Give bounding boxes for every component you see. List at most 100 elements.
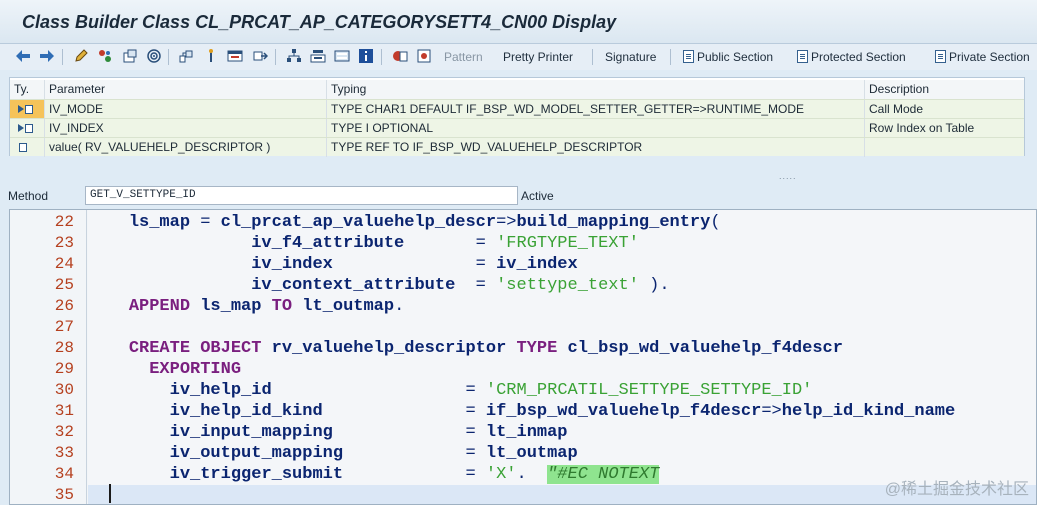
code-line[interactable]: iv_help_id_kind = if_bsp_wd_valuehelp_f4… [88, 401, 1036, 422]
toolbar-separator [62, 49, 63, 65]
back-arrow-icon[interactable] [15, 48, 31, 64]
code-token: rv_valuehelp_descriptor [271, 339, 507, 358]
watermark: @稀土掘金技术社区 [884, 481, 1029, 498]
parameter-type-cell[interactable] [10, 119, 44, 138]
parameter-name: IV_MODE [44, 100, 326, 119]
parameter-row[interactable]: IV_INDEX TYPE I OPTIONAL Row Index on Ta… [10, 118, 1024, 138]
code-token: 'FRGTYPE_TEXT' [496, 234, 639, 253]
class-builder-window: Class Builder Class CL_PRCAT_AP_CATEGORY… [0, 0, 1037, 505]
other-object-icon[interactable] [122, 48, 138, 64]
signature-button[interactable]: Signature [605, 49, 656, 66]
display-object-list-icon[interactable] [310, 48, 326, 64]
code-token: TO [271, 297, 293, 316]
protected-section-label: Protected Section [811, 50, 906, 64]
code-line[interactable]: EXPORTING [88, 359, 1036, 380]
code-token: iv_index [496, 255, 578, 274]
public-section-label: Public Section [697, 50, 774, 64]
code-line[interactable]: iv_help_id = 'CRM_PRCATIL_SETTYPE_SETTYP… [88, 380, 1036, 401]
code-token: iv_f4_attribute [251, 234, 405, 253]
code-line[interactable]: iv_context_attribute = 'settype_text' ). [88, 275, 1036, 296]
parameter-row[interactable]: value( RV_VALUEHELP_DESCRIPTOR ) TYPE RE… [10, 137, 1024, 157]
display-change-icon[interactable] [97, 48, 113, 64]
info-icon[interactable] [358, 48, 374, 64]
line-number: 30 [54, 381, 74, 399]
test-icon[interactable] [252, 48, 268, 64]
code-token: = [190, 213, 221, 232]
code-line[interactable] [88, 317, 1036, 338]
code-line[interactable]: iv_index = iv_index [88, 254, 1036, 275]
line-number: 22 [54, 213, 74, 231]
code-line[interactable]: CREATE OBJECT rv_valuehelp_descriptor TY… [88, 338, 1036, 359]
code-line[interactable]: APPEND ls_map TO lt_outmap. [88, 296, 1036, 317]
forward-arrow-icon[interactable] [39, 48, 55, 64]
parameter-typing: TYPE CHAR1 DEFAULT IF_BSP_WD_MODEL_SETTE… [326, 100, 864, 119]
column-header-typing[interactable]: Typing [326, 80, 864, 99]
parameter-type-cell[interactable] [10, 100, 44, 119]
parameter-description [864, 138, 1024, 157]
code-line[interactable]: ls_map = cl_prcat_ap_valuehelp_descr=>bu… [88, 212, 1036, 233]
code-token: . [516, 465, 548, 484]
enhance-icon[interactable] [416, 48, 432, 64]
code-token: lt_inmap [485, 423, 568, 442]
code-token: ( [710, 213, 721, 232]
line-number: 25 [54, 276, 74, 294]
column-header-description[interactable]: Description [864, 80, 1024, 99]
column-header-type[interactable]: Ty. [10, 80, 44, 99]
line-number: 29 [54, 360, 74, 378]
where-used-icon[interactable] [146, 48, 162, 64]
navigation-window-icon[interactable] [227, 48, 243, 64]
code-token: CREATE OBJECT [128, 339, 262, 358]
document-icon [797, 50, 808, 63]
object-list-icon[interactable] [178, 48, 194, 64]
help-icon[interactable] [392, 48, 408, 64]
code-area[interactable]: iv_trigger_submit = 'X'. "#EC NOTEXT iv_… [88, 210, 1036, 504]
parameter-type-cell[interactable] [10, 138, 44, 157]
parameter-typing: TYPE I OPTIONAL [326, 119, 864, 138]
abap-code-editor[interactable]: 22 23 24 25 26 27 28 29 30 31 32 33 34 35 iv_trigger_… [9, 209, 1037, 505]
line-number: 24 [54, 255, 74, 273]
toolbar-separator [168, 49, 169, 65]
check-icon[interactable] [203, 48, 219, 64]
method-name-field[interactable]: GET_V_SETTYPE_ID [85, 186, 518, 205]
code-line[interactable]: iv_output_mapping = lt_outmap [88, 443, 1036, 464]
code-line[interactable]: iv_f4_attribute = 'FRGTYPE_TEXT' [88, 233, 1036, 254]
column-header-parameter[interactable]: Parameter [44, 80, 326, 99]
splitter-grip[interactable]: ..... [779, 171, 797, 181]
toolbar-separator [381, 49, 382, 65]
code-line[interactable]: iv_input_mapping = lt_inmap [88, 422, 1036, 443]
edit-pencil-icon[interactable] [73, 48, 89, 64]
document-icon [935, 50, 946, 63]
hierarchy-icon[interactable] [286, 48, 302, 64]
toolbar-separator [670, 49, 671, 65]
line-number: 31 [54, 402, 74, 420]
code-token: iv_input_mapping [169, 423, 333, 442]
line-number: 27 [54, 318, 74, 336]
layout-icon[interactable] [334, 48, 350, 64]
parameter-description: Row Index on Table [864, 119, 1024, 138]
code-token: lt_outmap [302, 297, 395, 316]
text-cursor [109, 484, 111, 503]
pattern-button[interactable]: Pattern [444, 49, 483, 66]
public-section-button[interactable]: Public Section [683, 49, 773, 66]
toolbar-separator [275, 49, 276, 65]
code-token: lt_outmap [485, 444, 578, 463]
code-token: = [455, 276, 497, 295]
protected-section-button[interactable]: Protected Section [797, 49, 906, 66]
code-token: iv_help_id_kind [169, 402, 323, 421]
private-section-label: Private Section [949, 50, 1030, 64]
returning-icon [18, 142, 32, 152]
parameter-row[interactable]: IV_MODE TYPE CHAR1 DEFAULT IF_BSP_WD_MOD… [10, 99, 1024, 119]
private-section-button[interactable]: Private Section [935, 49, 1030, 66]
pretty-printer-button[interactable]: Pretty Printer [503, 49, 573, 66]
